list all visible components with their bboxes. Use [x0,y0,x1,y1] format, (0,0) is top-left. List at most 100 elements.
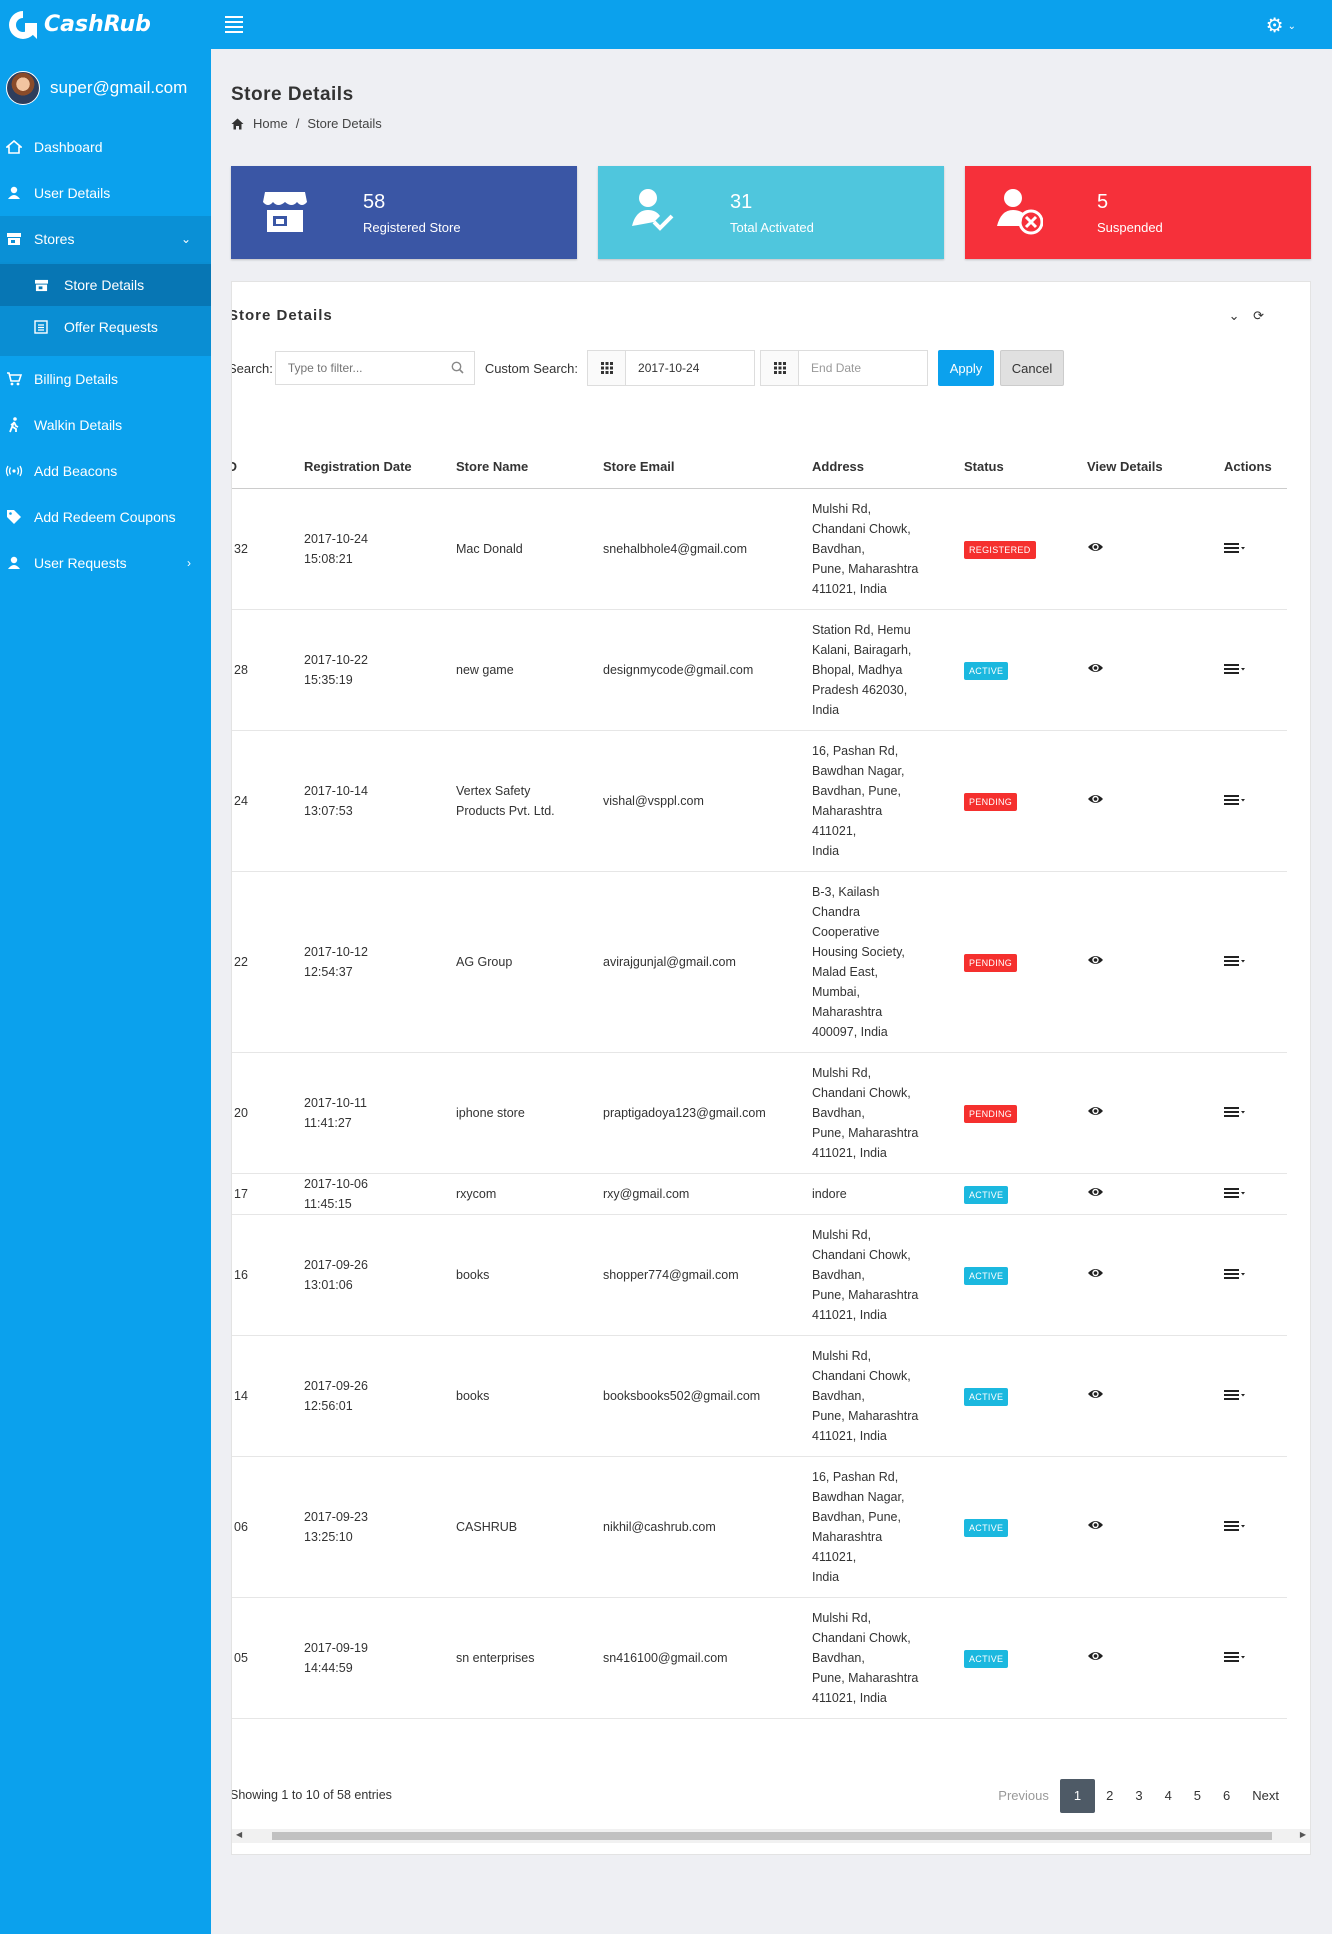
cell-status: ACTIVE [964,1335,1082,1457]
sidebar-item-add-redeem-coupons[interactable]: Add Redeem Coupons [0,494,211,540]
table-row[interactable]: 14 2017-09-26 12:56:01 books booksbooks502@g… [232,1335,1287,1457]
col-view-details-header[interactable]: View Details [1082,446,1219,489]
pagination-page[interactable]: 5 [1183,1779,1212,1813]
table-row[interactable]: 16 2017-09-26 13:01:06 books shopper774@gmai… [232,1214,1287,1336]
pagination-page[interactable]: 2 [1095,1779,1124,1813]
eye-icon[interactable] [1087,1519,1104,1531]
sidebar-item-offer-requests[interactable]: Offer Requests [0,306,211,348]
sidebar-item-user-requests[interactable]: User Requests › [0,540,211,586]
sidebar-item-billing-details[interactable]: Billing Details [0,356,211,402]
eye-icon[interactable] [1087,1105,1104,1117]
table-row[interactable]: 32 2017-10-24 15:08:21 Mac Donald snehalbhol… [232,488,1287,610]
actions-menu-icon[interactable] [1224,542,1246,553]
col-status-header[interactable]: Status [964,446,1082,489]
user-profile[interactable]: super@gmail.com [0,66,211,110]
cell-status: ACTIVE [964,1597,1082,1719]
actions-menu-icon[interactable] [1224,1520,1246,1531]
table-row[interactable]: 24 2017-10-14 13:07:53 Vertex Safety Produc… [232,730,1287,872]
cell-registration-date: 2017-09-26 12:56:01 [304,1335,456,1457]
table-row[interactable]: 22 2017-10-12 12:54:37 AG Group avirajgunjal… [232,871,1287,1053]
brand-name: CashRub [44,12,151,37]
stat-suspended[interactable]: 5 Suspended [965,166,1311,259]
sidebar-item-label: User Details [34,185,111,201]
table-row[interactable]: 05 2017-09-19 14:44:59 sn enterprises sn4161… [232,1597,1287,1719]
eye-icon[interactable] [1087,1388,1104,1400]
pagination-page[interactable]: 1 [1059,1779,1096,1813]
actions-menu-icon[interactable] [1224,955,1246,966]
cell-store-name: iphone store [456,1052,603,1174]
calendar-grid-icon[interactable] [588,351,627,385]
calendar-grid-icon[interactable] [761,351,800,385]
user-email: super@gmail.com [50,78,188,97]
table-row[interactable]: 06 2017-09-23 13:25:10 CASHRUB nikhil@cashru… [232,1456,1287,1598]
col-store-name-header[interactable]: Store Name [456,446,603,489]
cell-id: 06 [232,1456,304,1598]
cell-store-name: books [456,1335,603,1457]
address-line: 16, Pashan Rd, [812,1469,899,1484]
brand[interactable]: CashRub [0,0,211,49]
time-value: 12:54:37 [304,964,353,979]
col-registration-date-header[interactable]: Registration Date [304,446,456,489]
pagination-page[interactable]: 3 [1124,1779,1153,1813]
table-row[interactable]: 20 2017-10-11 11:41:27 iphone store praptiga… [232,1052,1287,1174]
col-actions-header[interactable]: Actions [1219,446,1287,489]
start-date-input[interactable] [626,351,755,385]
sidebar-item-dashboard[interactable]: Dashboard [0,124,211,170]
collapse-chevron-icon[interactable]: ⌄ [1229,308,1240,323]
stat-registered-store[interactable]: 58 Registered Store [231,166,577,259]
pagination-next[interactable]: Next [1241,1779,1290,1813]
table-row[interactable]: 28 2017-10-22 15:35:19 new game designmycode… [232,609,1287,731]
date-value: 2017-09-19 [304,1640,368,1655]
store-name: AG Group [456,954,513,969]
pagination-page[interactable]: 4 [1154,1779,1183,1813]
actions-menu-icon[interactable] [1224,1187,1246,1198]
date-value: 2017-09-26 [304,1257,368,1272]
col-store-email-header[interactable]: Store Email [603,446,812,489]
actions-menu-icon[interactable] [1224,1268,1246,1279]
actions-menu-icon[interactable] [1224,794,1246,805]
refresh-icon[interactable]: ⟳ [1253,308,1264,323]
eye-icon[interactable] [1087,541,1104,553]
pagination-page[interactable]: 6 [1212,1779,1241,1813]
actions-menu-icon[interactable] [1224,1389,1246,1400]
eye-icon[interactable] [1087,954,1104,966]
cell-status: PENDING [964,871,1082,1053]
table-row[interactable]: 17 2017-10-06 11:45:15 rxycom rxy@gmail.com i… [232,1173,1287,1215]
scroll-right-icon[interactable]: ▶ [1300,1830,1306,1839]
eye-icon[interactable] [1087,793,1104,805]
menu-toggle-icon[interactable] [225,16,243,33]
breadcrumb-home[interactable]: Home [253,116,288,131]
actions-menu-icon[interactable] [1224,1106,1246,1117]
apply-button[interactable]: Apply [938,350,995,386]
scrollbar-thumb[interactable] [272,1832,1272,1840]
cell-store-email: shopper774@gmail.com [603,1214,812,1336]
stat-total-activated[interactable]: 31 Total Activated [598,166,944,259]
settings-dropdown[interactable]: ⚙ ⌄ [1266,13,1296,38]
eye-icon[interactable] [1087,1267,1104,1279]
col-id-header[interactable]: ID [232,446,304,489]
cell-id: 28 [232,609,304,731]
eye-icon[interactable] [1087,1650,1104,1662]
address-line: Mulshi Rd, [812,501,872,516]
search-input[interactable] [287,361,448,375]
sidebar-item-walkin-details[interactable]: Walkin Details [0,402,211,448]
sidebar-item-stores[interactable]: Stores ⌄ [0,216,211,262]
eye-icon[interactable] [1087,662,1104,674]
sidebar-item-user-details[interactable]: User Details [0,170,211,216]
eye-icon[interactable] [1087,1186,1104,1198]
cancel-button[interactable]: Cancel [1000,350,1065,386]
scroll-left-icon[interactable]: ◀ [236,1830,242,1839]
horizontal-scrollbar[interactable]: ◀ ▶ [232,1829,1310,1843]
sidebar-item-add-beacons[interactable]: Add Beacons [0,448,211,494]
end-date-input[interactable] [799,351,928,385]
cell-id: 24 [232,730,304,872]
col-address-header[interactable]: Address [812,446,964,489]
actions-menu-icon[interactable] [1224,1651,1246,1662]
pagination-previous[interactable]: Previous [987,1779,1060,1813]
chevron-down-icon: ⌄ [1287,21,1296,33]
cell-store-name: Vertex Safety Products Pvt. Ltd. [456,730,603,872]
cell-address: B-3, Kailash Chandra Cooperative Housing So… [812,871,964,1053]
address-line: Bavdhan, [812,1650,865,1665]
actions-menu-icon[interactable] [1224,663,1246,674]
sidebar-item-store-details[interactable]: Store Details [0,264,211,306]
